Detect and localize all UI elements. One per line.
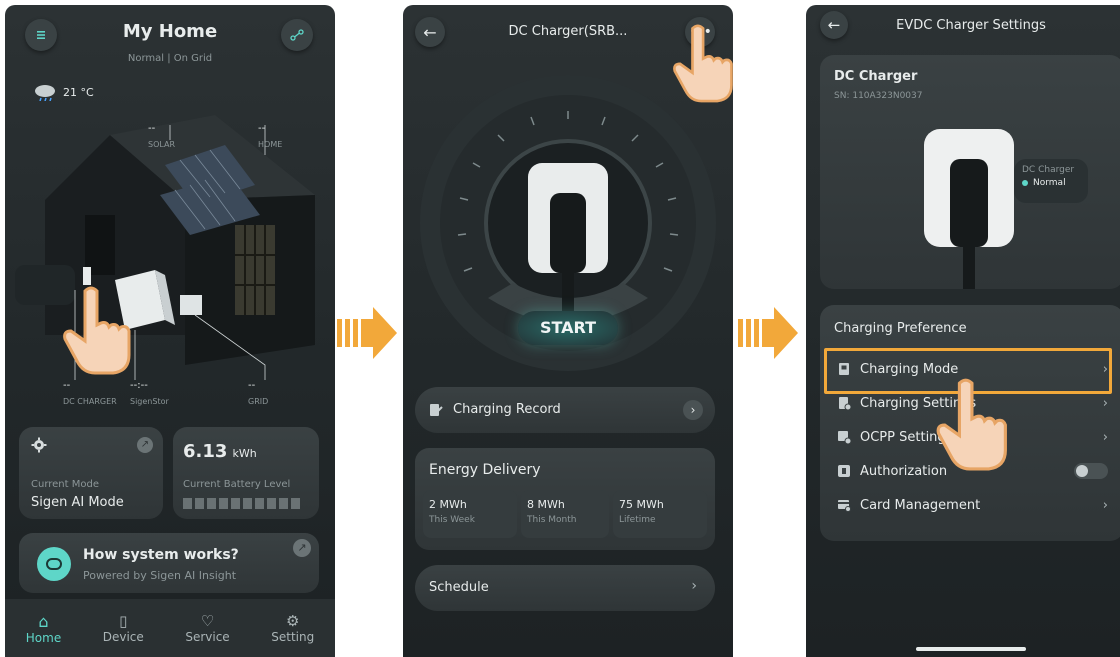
arrow-right-icon — [337, 307, 397, 359]
energy-stat-lifetime: 75 MWh Lifetime — [613, 490, 707, 538]
charger-image — [924, 129, 1014, 289]
current-mode-value: Sigen AI Mode — [31, 495, 124, 510]
sigen-logo-icon — [37, 547, 71, 581]
solar-label: SOLAR — [148, 140, 176, 149]
grid-value: -- — [248, 380, 256, 391]
home-screen: My Home Normal | On Grid 21 °C -- SOLAR … — [5, 5, 335, 657]
status-dot-icon — [1022, 180, 1028, 186]
expand-arrow-icon[interactable]: ↗ — [137, 437, 153, 453]
cloud-rain-icon — [35, 85, 55, 101]
system-status: Normal | On Grid — [127, 53, 213, 64]
energy-delivery-title: Energy Delivery — [429, 462, 541, 478]
section-title: Charging Preference — [834, 321, 967, 336]
home-indicator — [916, 647, 1026, 651]
home-icon: ⌂ — [38, 611, 49, 631]
tap-hand-icon — [936, 378, 1007, 471]
battery-value: 6.13 — [183, 441, 228, 462]
current-mode-card[interactable]: ↗ Current Mode Sigen AI Mode — [19, 427, 163, 519]
energy-stat-month: 8 MWh This Month — [521, 490, 609, 538]
battery-unit: kWh — [232, 447, 257, 460]
serial-number: SN: 110A323N0037 — [834, 91, 923, 101]
weather: 21 °C — [33, 83, 94, 101]
battery-level-bar — [183, 498, 300, 509]
battery-level-label: Current Battery Level — [183, 479, 291, 490]
chevron-right-icon: › — [1102, 395, 1108, 411]
current-mode-label: Current Mode — [31, 479, 99, 490]
gear-icon — [31, 437, 47, 453]
chevron-right-icon: › — [1102, 429, 1108, 445]
energy-stat-week: 2 MWh This Week — [423, 490, 517, 538]
charging-settings-icon — [836, 395, 852, 411]
start-button[interactable]: START — [518, 311, 618, 345]
device-name: DC Charger — [834, 69, 918, 84]
page-title: EVDC Charger Settings — [896, 18, 1046, 33]
sigenstor-label: SigenStor — [130, 397, 169, 406]
device-status-tag: DC Charger Normal — [1014, 159, 1088, 203]
settings-screen: ← EVDC Charger Settings DC Charger SN: 1… — [806, 5, 1120, 657]
home-value: -- — [258, 123, 266, 134]
schedule-label: Schedule — [429, 580, 489, 595]
share-icon[interactable] — [281, 19, 313, 51]
nav-service[interactable]: ♡ Service — [185, 612, 229, 644]
tap-hand-icon — [673, 24, 733, 103]
authorization-icon — [836, 463, 852, 479]
charging-record-label: Charging Record — [453, 402, 561, 417]
solar-value: -- — [148, 123, 156, 134]
tap-hand-icon — [63, 286, 131, 375]
menu-item-card-management[interactable]: Card Management › — [836, 491, 1108, 519]
record-icon — [430, 404, 443, 416]
device-status: Normal — [1033, 178, 1066, 188]
battery-level-card[interactable]: 6.13 kWh Current Battery Level — [173, 427, 319, 519]
sigenstor-value: --:-- — [130, 380, 148, 391]
energy-delivery-card: Energy Delivery 2 MWh This Week 8 MWh Th… — [415, 448, 715, 550]
nav-home[interactable]: ⌂ Home — [26, 612, 61, 645]
schedule-button[interactable]: Schedule › — [415, 565, 715, 611]
how-system-works-card[interactable]: How system works? Powered by Sigen AI In… — [19, 533, 319, 593]
nav-device[interactable]: ▯ Device — [103, 612, 144, 644]
device-card: DC Charger SN: 110A323N0037 DC Charger N… — [820, 55, 1120, 289]
promo-title: How system works? — [83, 547, 239, 563]
dc-charger-value: -- — [63, 380, 71, 391]
arrow-right-icon — [738, 307, 798, 359]
chevron-right-icon: › — [683, 400, 703, 420]
service-icon: ♡ — [200, 612, 215, 630]
home-label: HOME — [258, 140, 283, 149]
chevron-right-icon: › — [1102, 497, 1108, 513]
dc-charger-label: DC CHARGER — [63, 397, 117, 406]
house-illustration — [15, 115, 315, 380]
device-icon: ▯ — [119, 612, 128, 630]
open-arrow-icon[interactable]: ↗ — [293, 539, 311, 557]
card-icon — [836, 497, 852, 513]
ocpp-icon — [836, 429, 852, 445]
grid-label: GRID — [248, 397, 269, 406]
nav-setting[interactable]: ⚙ Setting — [271, 612, 314, 644]
setting-icon: ⚙ — [286, 612, 300, 630]
bottom-nav: ⌂ Home ▯ Device ♡ Service ⚙ Setting — [5, 599, 335, 657]
authorization-toggle[interactable] — [1074, 463, 1108, 479]
promo-subtitle: Powered by Sigen AI Insight — [83, 569, 237, 582]
chevron-right-icon: › — [691, 578, 697, 594]
temperature: 21 °C — [63, 85, 94, 99]
charger-screen: ← DC Charger(SRB... ••• START Charging R… — [403, 5, 733, 657]
charging-record-button[interactable]: Charging Record › — [415, 387, 715, 433]
